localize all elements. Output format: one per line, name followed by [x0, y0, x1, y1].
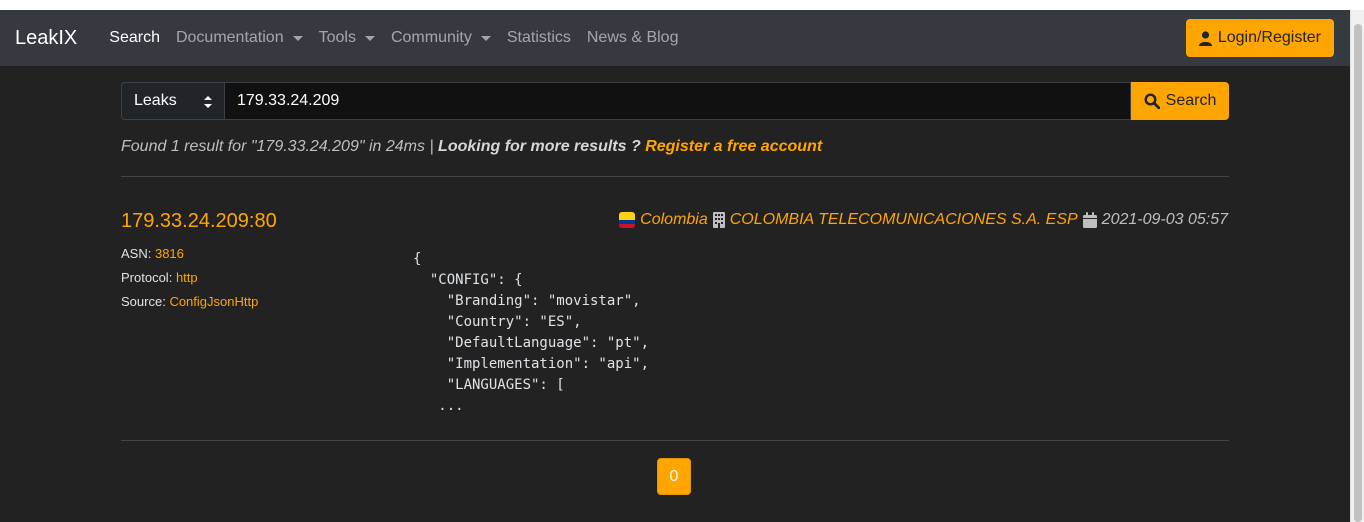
nav-documentation[interactable]: Documentation: [168, 29, 311, 47]
search-button[interactable]: Search: [1131, 82, 1229, 120]
building-icon: [712, 212, 725, 228]
select-arrows-icon: [204, 96, 212, 108]
leak-snippet: { "CONFIG": { "Branding": "movistar", "C…: [413, 251, 650, 414]
calendar-icon: [1082, 212, 1097, 228]
nav-news-blog[interactable]: News & Blog: [579, 29, 687, 47]
source-link[interactable]: ConfigJsonHttp: [169, 294, 258, 309]
nav-tools[interactable]: Tools: [311, 29, 383, 47]
result-date: 2021-09-03 05:57: [1101, 211, 1228, 228]
organization-link[interactable]: COLOMBIA TELECOMUNICACIONES S.A. ESP: [730, 211, 1078, 229]
result-title-link[interactable]: 179.33.24.209:80: [121, 210, 277, 233]
browser-top-strip: [0, 0, 1364, 10]
nav-community[interactable]: Community: [383, 29, 499, 47]
chevron-down-icon: [292, 35, 303, 41]
result-source: Source: ConfigJsonHttp: [121, 294, 259, 309]
register-link[interactable]: Register a free account: [645, 138, 822, 155]
result-info: Colombia COLOMBIA TELECOMUNICACIONES S.A…: [619, 211, 1228, 229]
page-scrollbar[interactable]: [1350, 10, 1364, 522]
chevron-down-icon: [480, 35, 491, 41]
nav-statistics[interactable]: Statistics: [499, 29, 579, 47]
protocol-link[interactable]: http: [176, 270, 198, 285]
brand-logo[interactable]: LeakIX: [15, 27, 77, 50]
asn-link[interactable]: 3816: [155, 246, 184, 261]
results-summary: Found 1 result for "179.33.24.209" in 24…: [121, 138, 823, 155]
nav-search[interactable]: Search: [101, 29, 168, 47]
scrollbar-thumb[interactable]: [1354, 24, 1362, 522]
user-icon: [1198, 30, 1212, 46]
result-protocol: Protocol: http: [121, 270, 198, 285]
search-form: Leaks 179.33.24.209 Search: [121, 82, 1229, 120]
country-link[interactable]: Colombia: [640, 211, 708, 229]
divider: [121, 440, 1229, 441]
login-register-button[interactable]: Login/Register: [1185, 19, 1334, 57]
colombia-flag-icon: [619, 212, 636, 228]
result-asn: ASN: 3816: [121, 246, 184, 261]
navbar: LeakIX Search Documentation Tools Commun…: [0, 10, 1350, 66]
chevron-down-icon: [364, 35, 375, 41]
divider: [121, 176, 1229, 177]
search-scope-select[interactable]: Leaks: [121, 82, 224, 120]
search-icon: [1144, 93, 1160, 109]
search-input[interactable]: 179.33.24.209: [224, 82, 1131, 120]
pagination-page-button[interactable]: 0: [657, 458, 691, 495]
